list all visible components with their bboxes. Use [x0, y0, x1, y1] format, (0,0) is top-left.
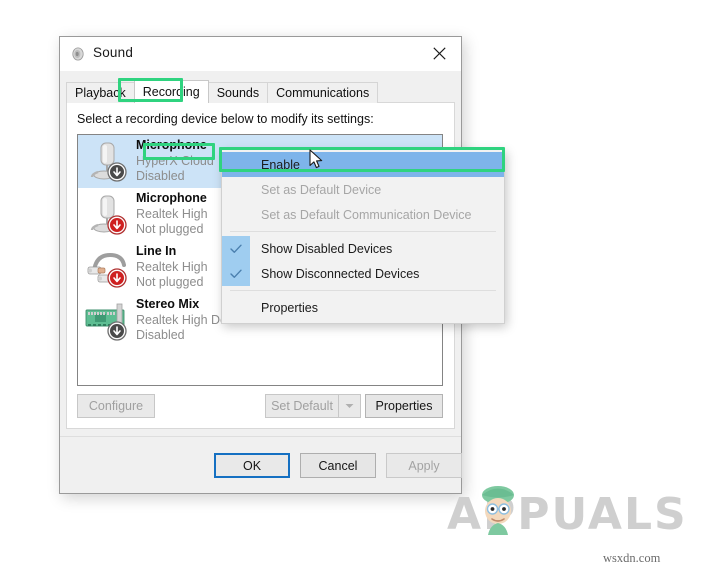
context-menu-item-label: Show Disconnected Devices [261, 266, 420, 281]
set-default-button[interactable]: Set Default [265, 394, 361, 418]
device-name: Microphone [136, 137, 207, 152]
dialog-footer: OK Cancel Apply [60, 436, 462, 493]
context-menu-item-set-as-default-communication-device[interactable]: Set as Default Communication Device [222, 202, 504, 227]
properties-button[interactable]: Properties [365, 394, 443, 418]
source-watermark: wsxdn.com [603, 551, 661, 565]
tab-sounds[interactable]: Sounds [207, 82, 269, 103]
title-bar: Sound [60, 37, 461, 71]
apply-button[interactable]: Apply [386, 453, 462, 478]
appuals-mascot-icon [482, 486, 514, 535]
tab-strip: Playback Recording Sounds Communications [66, 80, 379, 103]
device-subtitle: Realtek High [136, 206, 208, 221]
tab-playback[interactable]: Playback [66, 82, 135, 103]
configure-button-label: Configure [88, 399, 144, 413]
device-name: Line In [136, 243, 177, 258]
microphone-icon [84, 139, 136, 185]
appuals-logo: APPUALS [447, 486, 686, 541]
device-text-block: Line In Realtek High Not plugged [136, 244, 208, 291]
checkmark-icon [222, 236, 250, 261]
device-subtitle: Realtek High [136, 259, 208, 274]
set-default-button-label: Set Default [271, 399, 333, 413]
rca-cable-icon [84, 245, 136, 291]
context-menu-item-label: Set as Default Device [261, 182, 382, 197]
tab-recording[interactable]: Recording [133, 80, 209, 103]
device-name: Microphone [136, 190, 207, 205]
pane-button-row: Configure Set Default Properties [77, 394, 443, 418]
apply-button-label: Apply [408, 458, 440, 473]
device-text-block: Microphone HyperX Cloud Disabled [136, 138, 214, 185]
close-icon[interactable] [417, 37, 461, 70]
context-menu-item-show-disabled-devices[interactable]: Show Disabled Devices [222, 236, 504, 261]
context-menu-item-label: Properties [261, 300, 318, 315]
window-title: Sound [93, 45, 134, 60]
checkmark-icon [222, 261, 250, 286]
device-subtitle: HyperX Cloud [136, 153, 214, 168]
context-menu-item-label: Enable [261, 157, 300, 172]
tab-recording-label: Recording [142, 85, 200, 99]
context-menu-separator [230, 231, 496, 232]
cancel-button[interactable]: Cancel [300, 453, 376, 478]
ok-button-label: OK [242, 458, 262, 473]
tab-playback-label: Playback [75, 86, 126, 100]
cancel-button-label: Cancel [318, 458, 358, 473]
context-menu-item-label: Set as Default Communication Device [261, 207, 472, 222]
context-menu-item-enable[interactable]: Enable [222, 152, 504, 177]
context-menu-item-properties[interactable]: Properties [222, 295, 504, 320]
ok-button[interactable]: OK [214, 453, 290, 478]
context-menu-separator [230, 290, 496, 291]
device-status: Not plugged [136, 222, 204, 237]
device-text-block: Microphone Realtek High Not plugged [136, 191, 208, 238]
tab-sounds-label: Sounds [216, 86, 260, 100]
device-status: Disabled [136, 169, 185, 184]
configure-button[interactable]: Configure [77, 394, 155, 418]
speaker-icon [71, 47, 85, 61]
context-menu-item-show-disconnected-devices[interactable]: Show Disconnected Devices [222, 261, 504, 286]
tab-communications-label: Communications [276, 86, 370, 100]
pane-instruction: Select a recording device below to modif… [77, 112, 374, 126]
tab-communications[interactable]: Communications [267, 82, 379, 103]
properties-button-label: Properties [375, 399, 433, 413]
device-context-menu[interactable]: Enable Set as Default Device Set as Defa… [221, 149, 505, 324]
sound-card-icon [84, 298, 136, 344]
device-status: Not plugged [136, 275, 204, 290]
screenshot-root: Sound Playback Recording Sounds Communic… [0, 0, 701, 575]
device-status: Disabled [136, 328, 185, 343]
microphone-icon [84, 192, 136, 238]
context-menu-item-set-as-default-device[interactable]: Set as Default Device [222, 177, 504, 202]
context-menu-item-label: Show Disabled Devices [261, 241, 393, 256]
chevron-down-icon[interactable] [338, 395, 360, 417]
